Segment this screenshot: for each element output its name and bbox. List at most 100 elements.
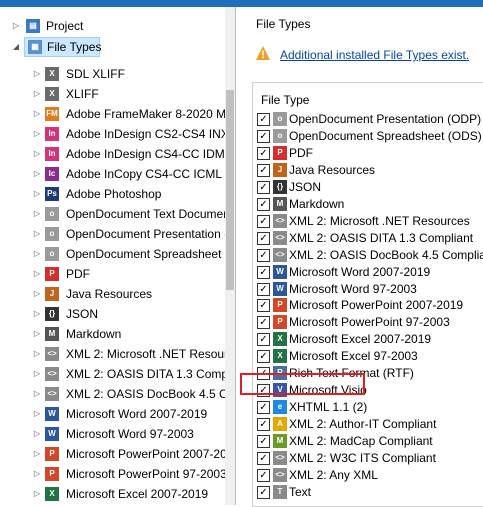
enable-checkbox[interactable]: ✓ — [257, 435, 270, 449]
file-type-row[interactable]: ✓ X Microsoft Excel 2007-2019 — [257, 331, 482, 348]
enable-checkbox[interactable]: ✓ — [257, 197, 270, 211]
xml-icon: <> — [273, 247, 287, 262]
enable-checkbox[interactable]: ✓ — [257, 163, 270, 177]
tree-item-filetype[interactable]: ▷ <> XML 2: OASIS DITA 1.3 Complia — [33, 364, 235, 384]
enable-checkbox[interactable]: ✓ — [257, 146, 270, 160]
tree-item-filetype[interactable]: ▷ X Microsoft Excel 2007-2019 — [33, 484, 223, 504]
tree-item-filetype[interactable]: ▷ In Adobe InDesign CS4-CC IDML — [33, 144, 231, 164]
enable-checkbox[interactable]: ✓ — [257, 316, 270, 330]
file-type-row[interactable]: ✓ <> XML 2: Microsoft .NET Resources — [257, 213, 482, 230]
tree-scrollbar-thumb[interactable] — [226, 90, 234, 290]
tree-item-label: XML 2: OASIS DocBook 4.5 Co — [66, 387, 235, 401]
expand-arrow-icon[interactable]: ▷ — [33, 224, 41, 244]
file-type-row[interactable]: ✓ <> XML 2: Any XML — [257, 467, 482, 484]
file-type-row[interactable]: ✓ W Microsoft Word 97-2003 — [257, 281, 482, 298]
word-icon: W — [45, 407, 59, 421]
expand-arrow-icon[interactable]: ▷ — [33, 384, 41, 404]
tree-item-filetype[interactable]: ▷ o OpenDocument Text Documen — [33, 204, 230, 224]
file-type-row[interactable]: ✓ <> XML 2: OASIS DocBook 4.5 Compliant — [257, 247, 483, 264]
excel-icon: X — [273, 349, 287, 364]
file-type-row[interactable]: ✓ A XML 2: Author-IT Compliant — [257, 416, 482, 433]
enable-checkbox[interactable]: ✓ — [257, 248, 270, 262]
tree-item-filetype[interactable]: ▷ W Microsoft Word 2007-2019 — [33, 404, 223, 424]
enable-checkbox[interactable]: ✓ — [257, 214, 270, 228]
tree-item-filetype[interactable]: ▷ P Microsoft PowerPoint 97-2003 — [33, 464, 227, 484]
enable-checkbox[interactable]: ✓ — [257, 180, 270, 194]
enable-checkbox[interactable]: ✓ — [257, 452, 270, 465]
enable-checkbox[interactable]: ✓ — [257, 333, 270, 347]
tree-item-filetype[interactable]: ▷ {} JSON — [33, 304, 223, 324]
enable-checkbox[interactable]: ✓ — [257, 129, 270, 143]
expand-arrow-icon[interactable]: ▷ — [33, 364, 41, 384]
tree-item-filetype[interactable]: ▷ o OpenDocument Spreadsheet ( — [33, 244, 229, 264]
expand-arrow-icon[interactable]: ▷ — [33, 464, 41, 484]
enable-checkbox[interactable]: ✓ — [257, 350, 270, 364]
expand-arrow-icon[interactable]: ▷ — [33, 124, 41, 144]
tree-item-file-types[interactable]: ◢ ▦ File Types — [12, 37, 222, 57]
file-type-row[interactable]: ✓ o OpenDocument Presentation (ODP) — [257, 111, 482, 128]
tree-item-filetype[interactable]: ▷ X SDL XLIFF — [33, 64, 223, 84]
tree-item-filetype[interactable]: ▷ W Microsoft Word 97-2003 — [33, 424, 223, 444]
enable-checkbox[interactable]: ✓ — [257, 265, 270, 279]
file-type-row[interactable]: ✓ P Microsoft PowerPoint 97-2003 — [257, 314, 482, 331]
tree-item-filetype[interactable]: ▷ Ic Adobe InCopy CS4-CC ICML — [33, 164, 223, 184]
expand-arrow-icon[interactable]: ▷ — [33, 284, 41, 304]
enable-checkbox[interactable]: ✓ — [257, 231, 270, 245]
expand-arrow-icon[interactable]: ▷ — [33, 324, 41, 344]
file-type-row[interactable]: ✓ P Microsoft PowerPoint 2007-2019 — [257, 297, 482, 314]
enable-checkbox[interactable]: ✓ — [257, 485, 270, 499]
enable-checkbox[interactable]: ✓ — [257, 113, 270, 126]
file-type-row[interactable]: ✓ P PDF — [257, 145, 482, 162]
enable-checkbox[interactable]: ✓ — [257, 418, 270, 432]
file-type-row[interactable]: ✓ e XHTML 1.1 (2) — [257, 399, 482, 416]
expand-arrow-icon[interactable]: ▷ — [33, 424, 41, 444]
expand-arrow-icon[interactable]: ▷ — [33, 304, 41, 324]
expand-arrow-icon[interactable]: ▷ — [33, 184, 41, 204]
tree-item-filetype[interactable]: ▷ M Markdown — [33, 324, 223, 344]
expand-arrow-icon[interactable]: ▷ — [33, 264, 41, 284]
enable-checkbox[interactable]: ✓ — [257, 282, 270, 296]
tree-item-filetype[interactable]: ▷ J Java Resources — [33, 284, 223, 304]
file-type-row[interactable]: ✓ M Markdown — [257, 196, 482, 213]
file-type-row[interactable]: ✓ M XML 2: MadCap Compliant — [257, 433, 482, 450]
enable-checkbox[interactable]: ✓ — [257, 299, 270, 313]
collapse-arrow-icon[interactable]: ◢ — [12, 37, 20, 57]
tree-item-filetype[interactable]: ▷ In Adobe InDesign CS2-CS4 INX — [33, 124, 229, 144]
expand-arrow-icon[interactable]: ▷ — [33, 344, 41, 364]
pdf-icon: P — [273, 145, 287, 160]
expand-arrow-icon[interactable]: ▷ — [33, 444, 41, 464]
expand-arrow-icon[interactable]: ▷ — [33, 84, 41, 104]
tree-item-filetype[interactable]: ▷ X XLIFF — [33, 84, 223, 104]
tree-item-project[interactable]: ▷ ▤ Project — [12, 16, 222, 36]
file-type-row[interactable]: ✓ <> XML 2: OASIS DITA 1.3 Compliant — [257, 230, 482, 247]
tree-item-filetype[interactable]: ▷ <> XML 2: OASIS DocBook 4.5 Co — [33, 384, 234, 404]
enable-checkbox[interactable]: ✓ — [257, 468, 270, 482]
tree-item-filetype[interactable]: ▷ P PDF — [33, 264, 223, 284]
tree-item-filetype[interactable]: ▷ FM Adobe FrameMaker 8-2020 MI — [33, 104, 229, 124]
file-type-row[interactable]: ✓ o OpenDocument Spreadsheet (ODS) — [257, 128, 482, 145]
file-type-row[interactable]: ✓ J Java Resources — [257, 162, 482, 179]
file-type-row[interactable]: ✓ X Microsoft Excel 97-2003 — [257, 348, 482, 365]
tree-item-filetype[interactable]: ▷ o OpenDocument Presentation ( — [33, 224, 228, 244]
additional-file-types-link[interactable]: Additional installed File Types exist. — [280, 48, 469, 62]
expand-arrow-icon[interactable]: ▷ — [33, 64, 41, 84]
expand-arrow-icon[interactable]: ▷ — [33, 104, 41, 124]
expand-arrow-icon[interactable]: ▷ — [33, 204, 41, 224]
expand-arrow-icon[interactable]: ▷ — [33, 404, 41, 424]
expand-arrow-icon[interactable]: ▷ — [33, 244, 41, 264]
enable-checkbox[interactable]: ✓ — [257, 401, 270, 415]
file-type-row[interactable]: ✓{} JSON — [257, 179, 482, 196]
expand-arrow-icon[interactable]: ▷ — [12, 16, 20, 36]
tree-item-filetype[interactable]: ▷ <> XML 2: Microsoft .NET Resourc — [33, 344, 234, 364]
tree-item-filetype[interactable]: ▷ Ps Adobe Photoshop — [33, 184, 223, 204]
tree-item-filetype[interactable]: ▷ P Microsoft PowerPoint 2007-20 — [33, 444, 227, 464]
file-type-row[interactable]: ✓ <> XML 2: W3C ITS Compliant — [257, 450, 482, 467]
tree-item-label: Java Resources — [66, 287, 153, 301]
file-type-row[interactable]: ✓ T Text — [257, 484, 482, 501]
expand-arrow-icon[interactable]: ▷ — [33, 164, 41, 184]
file-type-row[interactable]: ✓ W Microsoft Word 2007-2019 — [257, 264, 482, 281]
column-header-file-type[interactable]: File Type — [261, 93, 309, 107]
markdown-icon: M — [273, 196, 287, 211]
expand-arrow-icon[interactable]: ▷ — [33, 484, 41, 504]
expand-arrow-icon[interactable]: ▷ — [33, 144, 41, 164]
